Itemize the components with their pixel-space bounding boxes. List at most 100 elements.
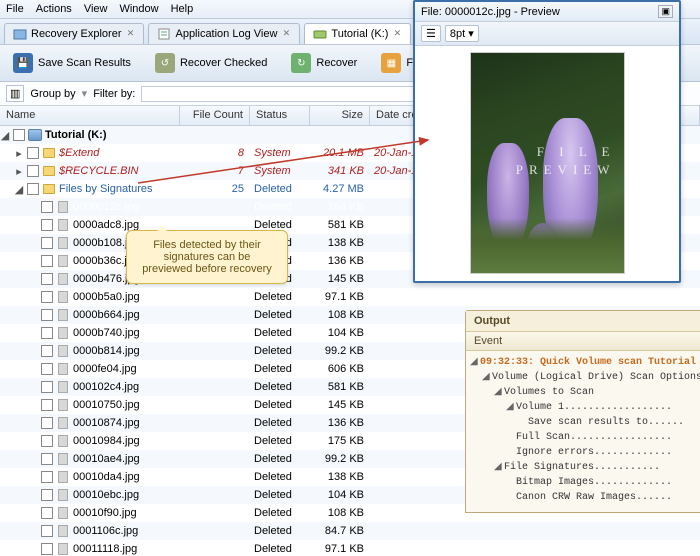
tab-label: Application Log View xyxy=(175,28,277,40)
recover-checked-icon: ↺ xyxy=(155,53,175,73)
close-icon[interactable]: ✕ xyxy=(281,29,291,39)
close-icon[interactable]: ✕ xyxy=(392,29,402,39)
close-icon[interactable]: ✕ xyxy=(125,29,135,39)
file-icon xyxy=(56,398,70,412)
file-icon xyxy=(56,362,70,376)
folder-icon xyxy=(42,146,56,160)
menu-file[interactable]: File xyxy=(6,3,24,15)
save-label: Save Scan Results xyxy=(38,57,131,69)
recover-button[interactable]: ↻ Recover xyxy=(284,49,364,77)
file-icon xyxy=(56,416,70,430)
checkbox[interactable] xyxy=(41,489,53,501)
checkbox[interactable] xyxy=(41,309,53,321)
checkbox[interactable] xyxy=(27,147,39,159)
menu-actions[interactable]: Actions xyxy=(36,3,72,15)
save-icon: 💾 xyxy=(13,53,33,73)
checkbox[interactable] xyxy=(41,201,53,213)
checkbox[interactable] xyxy=(41,237,53,249)
file-icon xyxy=(56,380,70,394)
log-icon xyxy=(157,27,171,41)
preview-icon: ▦ xyxy=(381,53,401,73)
file-icon xyxy=(56,470,70,484)
col-name[interactable]: Name xyxy=(0,106,180,125)
checkbox[interactable] xyxy=(41,381,53,393)
checkbox[interactable] xyxy=(41,273,53,285)
explorer-icon xyxy=(13,27,27,41)
file-icon xyxy=(56,326,70,340)
save-scan-button[interactable]: 💾 Save Scan Results xyxy=(6,49,138,77)
folder-icon xyxy=(42,182,56,196)
col-filecount[interactable]: File Count xyxy=(180,106,250,125)
checkbox[interactable] xyxy=(41,471,53,483)
checkbox[interactable] xyxy=(41,345,53,357)
recover-icon: ↻ xyxy=(291,53,311,73)
file-icon xyxy=(56,542,70,556)
checkbox[interactable] xyxy=(27,183,39,195)
preview-toolbar: ☰ 8pt ▾ xyxy=(415,22,679,46)
pin-icon[interactable]: ▣ xyxy=(658,5,673,18)
file-icon xyxy=(56,506,70,520)
table-row[interactable]: 0000b5a0.jpgDeleted97.1 KB xyxy=(0,288,700,306)
checkbox[interactable] xyxy=(41,417,53,429)
filter-input[interactable] xyxy=(141,86,421,102)
preview-title-text: File: 0000012c.jpg - Preview xyxy=(421,6,560,18)
checkbox[interactable] xyxy=(41,219,53,231)
preview-watermark: F I L E PREVIEW xyxy=(516,143,616,179)
file-icon xyxy=(56,488,70,502)
output-title: Output xyxy=(466,311,700,332)
drive-icon xyxy=(28,128,42,142)
file-icon xyxy=(56,290,70,304)
file-icon xyxy=(56,434,70,448)
groupby-icon[interactable]: ▥ xyxy=(6,85,24,102)
checkbox[interactable] xyxy=(27,165,39,177)
table-row[interactable]: 0001106c.jpgDeleted84.7 KB xyxy=(0,522,700,540)
file-icon xyxy=(56,524,70,538)
callout-tooltip: Files detected by their signatures can b… xyxy=(126,230,288,284)
tab-log-view[interactable]: Application Log View ✕ xyxy=(148,23,300,44)
checkbox[interactable] xyxy=(41,399,53,411)
col-status[interactable]: Status xyxy=(250,106,310,125)
file-icon xyxy=(56,200,70,214)
recover-checked-button[interactable]: ↺ Recover Checked xyxy=(148,49,274,77)
output-col-event[interactable]: Event xyxy=(466,332,700,351)
checkbox[interactable] xyxy=(13,129,25,141)
file-icon xyxy=(56,218,70,232)
tab-label: Tutorial (K:) xyxy=(331,28,388,40)
file-icon xyxy=(56,254,70,268)
checkbox[interactable] xyxy=(41,291,53,303)
checkbox[interactable] xyxy=(41,525,53,537)
recover-checked-label: Recover Checked xyxy=(180,57,267,69)
file-icon xyxy=(56,308,70,322)
drive-icon xyxy=(313,27,327,41)
file-icon xyxy=(56,452,70,466)
checkbox[interactable] xyxy=(41,255,53,267)
tab-recovery-explorer[interactable]: Recovery Explorer ✕ xyxy=(4,23,144,44)
checkbox[interactable] xyxy=(41,327,53,339)
file-icon xyxy=(56,272,70,286)
preview-titlebar[interactable]: File: 0000012c.jpg - Preview ▣ xyxy=(415,2,679,22)
output-body[interactable]: ◢09:32:33: Quick Volume scan Tutorial ◢V… xyxy=(466,351,700,509)
menu-help[interactable]: Help xyxy=(171,3,194,15)
file-icon xyxy=(56,344,70,358)
checkbox[interactable] xyxy=(41,363,53,375)
output-pane: Output Event ◢09:32:33: Quick Volume sca… xyxy=(465,310,700,513)
zoom-mode-icon[interactable]: ☰ xyxy=(421,25,441,42)
checkbox[interactable] xyxy=(41,453,53,465)
checkbox[interactable] xyxy=(41,507,53,519)
preview-image: F I L E PREVIEW xyxy=(470,52,625,274)
checkbox[interactable] xyxy=(41,543,53,555)
preview-pane: File: 0000012c.jpg - Preview ▣ ☰ 8pt ▾ F… xyxy=(413,0,681,283)
zoom-select[interactable]: 8pt ▾ xyxy=(445,25,479,42)
file-icon xyxy=(56,236,70,250)
recover-label: Recover xyxy=(316,57,357,69)
table-row[interactable]: 00011118.jpgDeleted97.1 KB xyxy=(0,540,700,556)
groupby-label[interactable]: Group by xyxy=(30,88,75,100)
folder-icon xyxy=(42,164,56,178)
menu-view[interactable]: View xyxy=(84,3,108,15)
checkbox[interactable] xyxy=(41,435,53,447)
col-size[interactable]: Size xyxy=(310,106,370,125)
tab-tutorial[interactable]: Tutorial (K:) ✕ xyxy=(304,23,411,44)
menu-window[interactable]: Window xyxy=(119,3,158,15)
tab-label: Recovery Explorer xyxy=(31,28,121,40)
filterby-label[interactable]: Filter by: xyxy=(93,88,135,100)
